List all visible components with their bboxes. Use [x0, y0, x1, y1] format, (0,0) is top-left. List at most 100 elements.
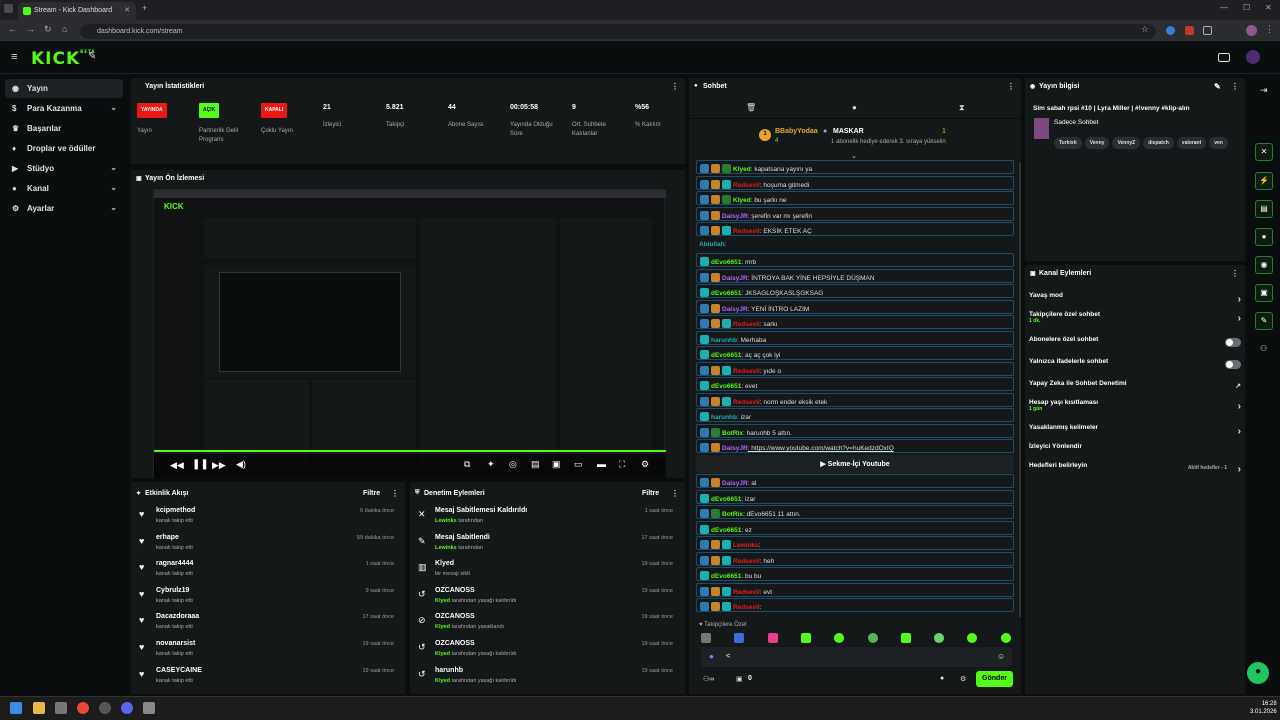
chat-username[interactable]: DaisyJR [722, 213, 748, 220]
chevron-right-icon[interactable]: › [1238, 464, 1241, 475]
chrome-icon[interactable] [77, 702, 89, 714]
channel-action-item[interactable]: İzleyici Yönlendir [1029, 443, 1243, 461]
tools-icon[interactable]: ✎ [88, 51, 96, 62]
channel-action-item[interactable]: Abonelere özel sohbet [1029, 336, 1243, 354]
chevron-down-icon[interactable]: ⌄ [110, 163, 117, 172]
rail-button-icon[interactable]: ✕ [1255, 143, 1273, 161]
chat-message[interactable]: Abiullah: [696, 238, 1014, 252]
sidebar-item[interactable]: ♦ Droplar ve ödüller [5, 139, 123, 158]
chat-username[interactable]: dEvo6651 [711, 573, 741, 580]
sparkle-icon[interactable]: ✦ [487, 459, 495, 470]
volume-icon[interactable]: ◀) [236, 459, 246, 470]
chat-message[interactable]: dEvo6651: aç aç çok iyi [696, 346, 1014, 360]
emote-icon[interactable] [801, 633, 811, 643]
profile-avatar[interactable] [1246, 25, 1257, 36]
emote-icon[interactable] [734, 633, 744, 643]
points-icon[interactable]: ⚇∞ [703, 675, 714, 683]
gear-icon[interactable]: ⚙ [960, 675, 966, 683]
emote-icon[interactable] [1001, 633, 1011, 643]
list-item[interactable]: ✎ Mesaj Sabitlendi Lewinks tarafından 17 sa… [418, 531, 673, 557]
chat-message[interactable]: Lewinks: [696, 536, 1014, 550]
settings-gear-icon[interactable]: ⚙ [641, 459, 649, 470]
chat-message[interactable]: BotRix: harunhb 5 attın. [696, 423, 1014, 438]
more-icon[interactable]: ⋮ [671, 489, 679, 498]
chat-username[interactable]: DaisyJR [722, 480, 748, 487]
chat-message[interactable]: Redsevil: sarkı [696, 315, 1014, 329]
rewind-icon[interactable]: ◀◀ [170, 460, 184, 471]
chat-username[interactable]: Redsevil [733, 182, 760, 189]
chat-icon[interactable]: ● [1255, 228, 1273, 246]
send-button[interactable]: Gönder [976, 671, 1013, 687]
chat-username[interactable]: Abiullah [699, 241, 725, 248]
emote-icon[interactable] [868, 633, 878, 643]
chat-message[interactable]: DaisyJR: https://www.youtube.com/watch?v… [696, 439, 1014, 453]
tag-chip[interactable]: VennyZ [1112, 137, 1141, 149]
toggle-switch[interactable] [1225, 360, 1241, 369]
channel-action-item[interactable]: Yapay Zeka ile Sohbet Denetimi ↗ [1029, 380, 1243, 398]
chat-input-value[interactable]: < [726, 653, 730, 660]
fullscreen-icon[interactable]: ⛶ [619, 459, 625, 470]
forward-icon[interactable]: ▶▶ [212, 460, 226, 471]
reload-icon[interactable]: ↻ [44, 24, 52, 35]
chevron-right-icon[interactable]: › [1238, 294, 1241, 305]
lightning-icon[interactable]: ⚡ [1255, 172, 1273, 190]
emote-icon[interactable] [701, 633, 711, 643]
browser-tab[interactable]: Stream - Kick Dashboard ✕ [18, 2, 136, 20]
bookmark-star-icon[interactable]: ☆ [1141, 24, 1149, 35]
back-icon[interactable]: ← [8, 24, 17, 34]
chat-message[interactable]: DaisyJR: İNTROYA BAK YİNE HEPSİYLE DÜŞMA… [696, 268, 1014, 283]
home-icon[interactable]: ⌂ [62, 24, 67, 34]
chat-message[interactable]: BotRix: dEvo6651 11 attın. [696, 505, 1014, 519]
pause-icon[interactable]: ❚❚ [192, 459, 209, 470]
list-item[interactable]: ♥ novanarsist kanalı takip etti 19 saat önc… [139, 637, 394, 663]
chat-message[interactable]: Redsevil: [696, 598, 1014, 612]
chat-message[interactable]: Redsevil: yıde o [696, 361, 1014, 376]
chat-username[interactable]: dEvo6651 [711, 290, 741, 297]
chat-username[interactable]: Redsevil [733, 589, 760, 596]
list-item[interactable]: ↺ OZCANOSS Klyed tarafından yasağı kaldırı… [418, 637, 673, 663]
chat-username[interactable]: DaisyJR [722, 445, 748, 452]
list-item[interactable]: ♥ kcipmethod kanalı takip etti 6 dakika önc… [139, 504, 394, 530]
emote-icon[interactable] [934, 633, 944, 643]
cast-icon[interactable]: ▭ [574, 459, 583, 470]
chat-username[interactable]: dEvo6651 [711, 352, 741, 359]
chat-bubble-icon[interactable]: ● [852, 103, 857, 112]
wrench-icon[interactable]: ✎ [1255, 312, 1273, 330]
file-explorer-icon[interactable] [33, 702, 45, 714]
clock[interactable]: 16:28 3.01.2026 [1250, 700, 1277, 716]
tag-chip[interactable]: dispatch [1143, 137, 1174, 149]
channel-action-item[interactable]: Hedefleri belirleyin Aktif hedefler - 1 › [1029, 462, 1243, 480]
list-item[interactable]: ▥ Klyed bir mesajı sildi 19 saat önce [418, 557, 673, 583]
list-item[interactable]: ✕ Mesaj Sabitlemesi Kaldırıldı Lewinks tar… [418, 504, 673, 530]
chevron-right-icon[interactable]: › [1238, 401, 1241, 412]
more-icon[interactable]: ⋮ [1007, 82, 1015, 91]
tab-menu-icon[interactable] [4, 4, 13, 13]
sidebar-item[interactable]: $ Para Kazanma ⌄ [5, 99, 123, 118]
list-item[interactable]: ♥ erhape kanalı takip etti 59 dakika önce [139, 531, 394, 557]
moderation-filter-button[interactable]: Filtre [642, 490, 659, 497]
chat-message[interactable]: dEvo6651: bu bu [696, 567, 1014, 581]
list-item[interactable]: ♥ CASEYCAINE kanalı takip etti 19 saat önce [139, 664, 394, 690]
chevron-right-icon[interactable]: › [1238, 426, 1241, 437]
collapse-icon[interactable]: ⇥ [1260, 85, 1268, 96]
document-icon[interactable]: ▤ [1255, 200, 1273, 218]
list-item[interactable]: ↺ harunhb Klyed tarafından yasağı kaldırıl… [418, 664, 673, 690]
extensions-puzzle-icon[interactable] [1203, 26, 1212, 35]
user-avatar[interactable] [1246, 50, 1260, 64]
chat-username[interactable]: harunhb [711, 337, 737, 344]
list-item[interactable]: ↺ OZCANOSS Klyed tarafından yasağı kaldırı… [418, 584, 673, 610]
broadcast-icon[interactable]: ◉ [1255, 256, 1273, 274]
chat-message[interactable]: dEvo6651: izar [696, 489, 1014, 504]
chat-username[interactable]: Klyed [733, 166, 751, 173]
theater-icon[interactable]: ◎ [509, 459, 517, 470]
minimize-icon[interactable]: — [1220, 3, 1228, 12]
chat-message[interactable]: dEvo6651: mrb [696, 253, 1014, 267]
hamburger-menu-icon[interactable]: ≡ [11, 51, 17, 63]
channel-action-item[interactable]: Yasaklanmış kelimeler › [1029, 424, 1243, 442]
maximize-icon[interactable]: ☐ [1243, 3, 1250, 12]
windows-start-icon[interactable] [10, 702, 22, 714]
studio-icon[interactable] [1218, 53, 1230, 62]
emote-icon[interactable] [768, 633, 778, 643]
mic-icon[interactable]: ● [709, 652, 714, 661]
chat-username[interactable]: dEvo6651 [711, 259, 741, 266]
